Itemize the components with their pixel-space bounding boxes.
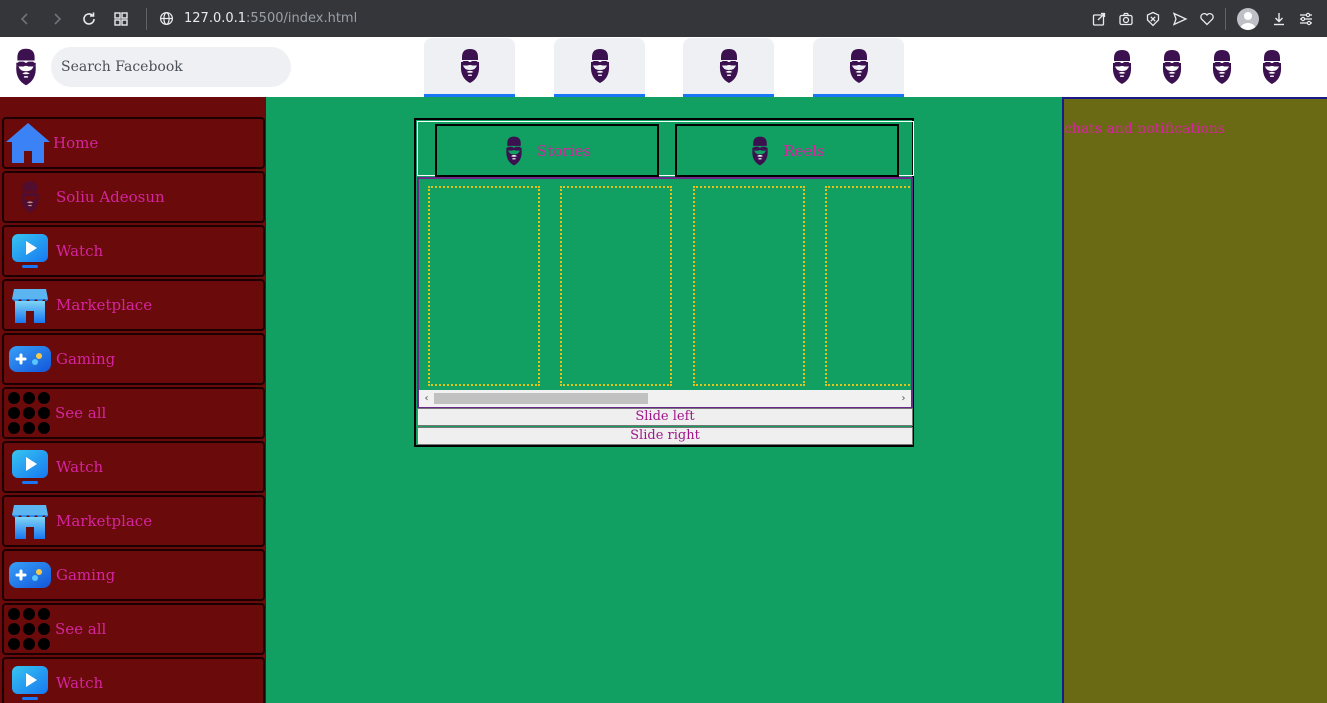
home-icon	[5, 122, 51, 164]
menu-sliders-icon[interactable]	[1293, 4, 1319, 34]
sidebar-item-label: Marketplace	[56, 296, 153, 314]
sidebar-item-watch[interactable]: Watch	[2, 225, 265, 277]
sidebar-item-watch-2[interactable]: Watch	[2, 441, 265, 493]
sidebar-item-label: Home	[53, 134, 99, 152]
tab-stories[interactable]: Stories	[435, 124, 659, 177]
chats-notifications-heading: chats and notifications	[1064, 121, 1226, 137]
story-card[interactable]	[825, 186, 911, 386]
nav-tab-2[interactable]	[554, 38, 645, 97]
avatar-icon	[587, 48, 613, 84]
url-host: 127.0.0.1	[184, 11, 247, 26]
sidebar-item-label: Watch	[56, 458, 104, 476]
stories-tabs: Stories Reels	[417, 121, 914, 177]
logo-avatar-icon[interactable]	[12, 47, 40, 87]
gaming-icon	[8, 560, 52, 590]
forward-icon[interactable]	[42, 4, 72, 34]
tab-reels-label: Reels	[783, 141, 825, 160]
globe-icon	[159, 11, 174, 26]
sidebar-item-marketplace-2[interactable]: Marketplace	[2, 495, 265, 547]
stories-panel: Stories Reels ‹ › Slide left Slide right	[414, 118, 914, 447]
left-sidebar: Home Soliu Adeosun Watch Marketplace Gam…	[0, 97, 266, 703]
grid-dots-icon	[6, 390, 52, 436]
stories-scroller[interactable]: ‹ ›	[417, 177, 913, 409]
marketplace-icon	[10, 285, 50, 325]
profile-avatar-icon	[18, 180, 42, 214]
sidebar-item-see-all-2[interactable]: See all	[2, 603, 265, 655]
top-navbar	[0, 37, 1327, 97]
search-input[interactable]	[51, 47, 291, 87]
block-icon[interactable]	[1140, 4, 1166, 34]
avatar-icon	[846, 48, 872, 84]
avatar-icon	[457, 48, 483, 84]
grid-dots-icon	[6, 606, 52, 652]
header-avatar-icon-2[interactable]	[1159, 49, 1185, 85]
tab-stories-label: Stories	[537, 141, 591, 160]
camera-icon[interactable]	[1113, 4, 1139, 34]
avatar-icon	[749, 134, 771, 168]
share-icon[interactable]	[1086, 4, 1112, 34]
sidebar-item-label: Watch	[56, 674, 104, 692]
sidebar-item-watch-3[interactable]: Watch	[2, 657, 265, 703]
sidebar-item-home[interactable]: Home	[2, 117, 265, 169]
profile-icon[interactable]	[1237, 7, 1259, 30]
back-icon[interactable]	[10, 4, 40, 34]
sidebar-item-see-all[interactable]: See all	[2, 387, 265, 439]
right-sidebar: chats and notifications	[1062, 97, 1327, 703]
browser-toolbar: 127.0.0.1:5500/index.html	[0, 0, 1327, 37]
watch-icon	[10, 663, 50, 703]
download-icon[interactable]	[1266, 4, 1292, 34]
story-card[interactable]	[693, 186, 805, 386]
avatar-icon	[716, 48, 742, 84]
scrollbar-thumb[interactable]	[434, 393, 648, 404]
header-avatar-icon-4[interactable]	[1259, 49, 1285, 85]
sidebar-item-gaming-2[interactable]: Gaming	[2, 549, 265, 601]
address-bar[interactable]: 127.0.0.1:5500/index.html	[159, 11, 357, 26]
header-avatar-icon-1[interactable]	[1109, 49, 1135, 85]
toolbar-divider-right	[1225, 7, 1226, 30]
nav-tab-4[interactable]	[813, 38, 904, 97]
send-icon[interactable]	[1167, 4, 1193, 34]
tab-reels[interactable]: Reels	[675, 124, 899, 177]
avatar-icon	[503, 134, 525, 168]
sidebar-item-label: Gaming	[56, 566, 116, 584]
sidebar-item-marketplace[interactable]: Marketplace	[2, 279, 265, 331]
sidebar-item-label: See all	[55, 620, 107, 638]
toolbar-divider	[146, 7, 147, 30]
url-path: :5500/index.html	[246, 11, 358, 26]
slide-right-button[interactable]: Slide right	[417, 427, 913, 445]
sidebar-item-label: Gaming	[56, 350, 116, 368]
scroll-right-arrow-icon[interactable]: ›	[896, 390, 911, 407]
watch-icon	[10, 231, 50, 271]
sidebar-item-label: See all	[55, 404, 107, 422]
reload-icon[interactable]	[74, 4, 104, 34]
heart-icon[interactable]	[1194, 4, 1220, 34]
tab-grid-icon[interactable]	[106, 4, 136, 34]
slide-left-button[interactable]: Slide left	[417, 408, 913, 426]
horizontal-scrollbar[interactable]: ‹ ›	[419, 390, 911, 407]
sidebar-item-gaming[interactable]: Gaming	[2, 333, 265, 385]
marketplace-icon	[10, 501, 50, 541]
nav-tab-3[interactable]	[683, 38, 774, 97]
story-card[interactable]	[428, 186, 540, 386]
header-avatar-icon-3[interactable]	[1209, 49, 1235, 85]
scroll-left-arrow-icon[interactable]: ‹	[419, 390, 434, 407]
sidebar-item-profile[interactable]: Soliu Adeosun	[2, 171, 265, 223]
watch-icon	[10, 447, 50, 487]
nav-tab-1[interactable]	[424, 38, 515, 97]
gaming-icon	[8, 344, 52, 374]
sidebar-item-label: Watch	[56, 242, 104, 260]
sidebar-item-label: Marketplace	[56, 512, 153, 530]
sidebar-item-label: Soliu Adeosun	[56, 188, 165, 206]
story-card[interactable]	[560, 186, 672, 386]
